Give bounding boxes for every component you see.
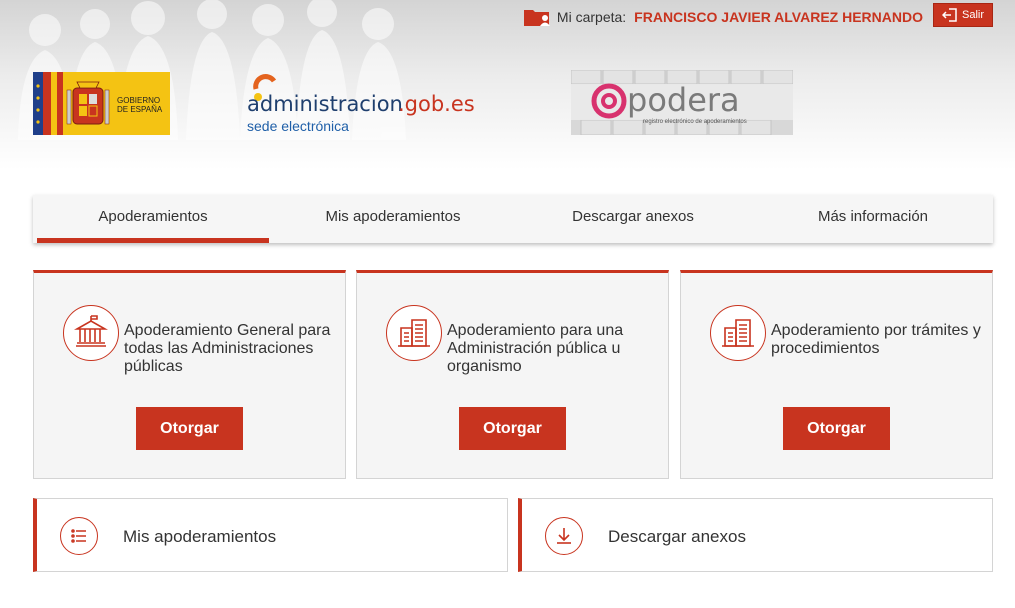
gobierno-text-2: DE ESPAÑA [117, 105, 163, 114]
folder-label: Mi carpeta: [556, 9, 627, 25]
main-nav: Apoderamientos Mis apoderamientos Descar… [33, 195, 993, 243]
apodera-logo-sub: registro electrónico de apoderamientos [643, 119, 747, 125]
otorgar-button[interactable]: Otorgar [136, 407, 243, 450]
admin-logo-main: administracion [247, 92, 403, 116]
link-label: Mis apoderamientos [123, 527, 277, 546]
list-icon [60, 517, 98, 555]
user-bar: Mi carpeta: FRANCISCO JAVIER ALVAREZ HER… [523, 7, 923, 27]
logout-button[interactable]: Salir [933, 3, 993, 27]
tab-label: Apoderamientos [98, 208, 208, 225]
tab-label: Descargar anexos [572, 208, 694, 225]
card-title: Apoderamiento para una Administración pú… [447, 322, 624, 375]
office-building-icon [386, 305, 442, 361]
gobierno-text-1: GOBIERNO [117, 96, 161, 105]
gobierno-espana-logo[interactable]: GOBIERNO DE ESPAÑA [33, 72, 170, 135]
card-apoderamiento-general: Apoderamiento General para todas las Adm… [33, 270, 346, 479]
tab-label: Mis apoderamientos [325, 208, 461, 225]
card-apoderamiento-administracion: Apoderamiento para una Administración pú… [356, 270, 669, 479]
tab-label: Más información [817, 208, 929, 225]
link-label: Descargar anexos [608, 527, 746, 546]
otorgar-button[interactable]: Otorgar [459, 407, 566, 450]
admin-logo-domain: .gob.es [398, 92, 475, 116]
card-title: Apoderamiento por trámites y procedimien… [771, 322, 981, 357]
card-title: Apoderamiento General para todas las Adm… [124, 322, 331, 375]
user-name[interactable]: FRANCISCO JAVIER ALVAREZ HERNANDO [634, 9, 923, 25]
government-building-icon [63, 305, 119, 361]
tab-apoderamientos[interactable]: Apoderamientos [33, 195, 273, 243]
logout-label: Salir [961, 9, 984, 21]
card-apoderamiento-tramites: Apoderamiento por trámites y procedimien… [680, 270, 993, 479]
tab-mas-informacion[interactable]: Más información [753, 195, 993, 243]
folder-user-icon[interactable] [523, 7, 553, 27]
download-icon [545, 517, 583, 555]
apodera-logo[interactable]: podera registro electrónico de apoderami… [571, 70, 793, 135]
office-building-icon [710, 305, 766, 361]
logout-icon [941, 8, 957, 22]
apodera-logo-name: podera [627, 81, 740, 119]
administracion-gob-logo[interactable]: administracion .gob.es sede electrónica [245, 70, 475, 140]
link-descargar-anexos[interactable]: Descargar anexos [518, 498, 993, 572]
link-mis-apoderamientos[interactable]: Mis apoderamientos [33, 498, 508, 572]
tab-mis-apoderamientos[interactable]: Mis apoderamientos [273, 195, 513, 243]
tab-descargar-anexos[interactable]: Descargar anexos [513, 195, 753, 243]
otorgar-button[interactable]: Otorgar [783, 407, 890, 450]
admin-logo-sub: sede electrónica [247, 118, 349, 134]
